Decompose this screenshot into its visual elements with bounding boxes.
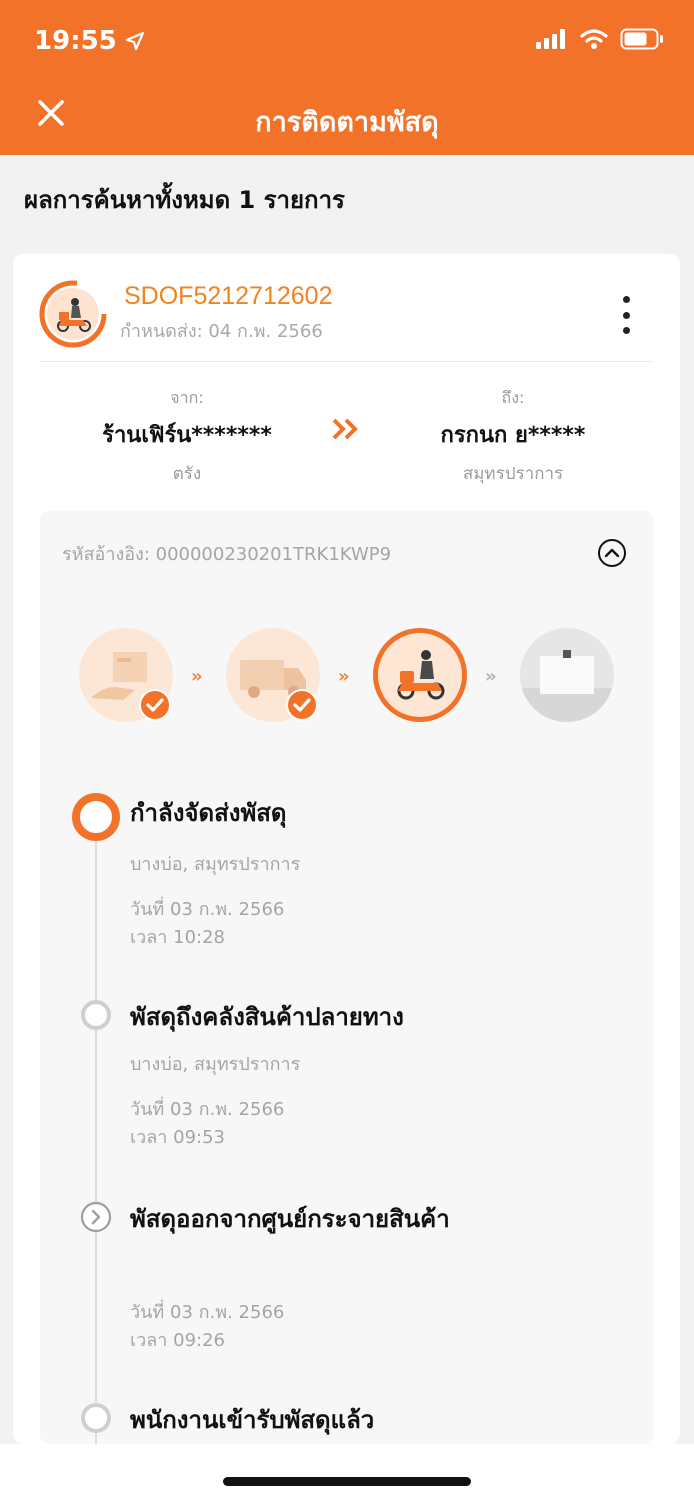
step-in-transit-check-icon (286, 689, 318, 721)
reference-code: รหัสอ้างอิง: 000000230201TRK1KWP9 (62, 544, 392, 565)
step-arrow-icon: » (191, 666, 203, 687)
step-picked-up-check-icon (139, 689, 171, 721)
event-time: เวลา 10:28 (130, 927, 225, 948)
signal-icon (536, 29, 565, 49)
more-options-icon[interactable] (618, 296, 634, 334)
location-arrow-icon (125, 31, 144, 51)
parcel-card: SDOF5212712602 กำหนดส่ง: 04 ก.พ. 2566 จา… (13, 254, 680, 1451)
event-title: กำลังจัดส่งพัสดุ (130, 799, 287, 827)
current-status-marker-icon (72, 793, 120, 841)
event-time: เวลา 09:26 (130, 1330, 225, 1351)
status-time: 19:55 (34, 26, 145, 56)
event-title: พัสดุถึงคลังสินค้าปลายทาง (130, 1003, 404, 1031)
event-time: เวลา 09:53 (130, 1127, 225, 1148)
receiver-city: สมุทรปราการ (462, 464, 564, 484)
event-location: บางบ่อ, สมุทรปราการ (130, 1054, 301, 1075)
top-bar: 19:55 การติดตามพัสดุ (0, 0, 694, 155)
page-title: การติดตามพัสดุ (255, 107, 439, 138)
status-time-text: 19:55 (34, 26, 117, 56)
receiver-name: กรกนก ย***** (440, 423, 586, 448)
bottom-safe-area (0, 1444, 694, 1500)
due-date: กำหนดส่ง: 04 ก.พ. 2566 (120, 321, 323, 342)
step-delivered-icon (520, 628, 614, 722)
tracking-number[interactable]: SDOF5212712602 (124, 282, 332, 311)
timeline-line (95, 821, 97, 1451)
step-out-for-delivery-icon (373, 628, 467, 722)
step-arrow-icon: » (485, 666, 497, 687)
status-marker-icon (81, 1000, 111, 1030)
double-chevron-right-icon (332, 418, 358, 440)
result-count: ผลการค้นหาทั้งหมด 1 รายการ (24, 186, 345, 214)
chevron-right-circle-icon[interactable] (80, 1201, 112, 1233)
sender-name: ร้านเฟิร์น******* (102, 423, 272, 448)
event-date: วันที่ 03 ก.พ. 2566 (130, 1099, 285, 1120)
sender-info: จาก: ร้านเฟิร์น******* ตรัง (57, 386, 317, 487)
home-indicator[interactable] (223, 1477, 471, 1486)
status-icons (536, 28, 664, 50)
event-date: วันที่ 03 ก.พ. 2566 (130, 1302, 285, 1323)
event-title: พัสดุออกจากศูนย์กระจายสินค้า (130, 1205, 450, 1233)
status-marker-icon (81, 1403, 111, 1433)
tracking-detail-panel: รหัสอ้างอิง: 000000230201TRK1KWP9 » » » … (40, 511, 653, 1451)
event-title: พนักงานเข้ารับพัสดุแล้ว (130, 1406, 375, 1434)
receiver-label: ถึง: (501, 388, 525, 407)
collapse-chevron-up-icon[interactable] (597, 538, 627, 568)
courier-avatar-icon (39, 280, 107, 348)
wifi-icon (580, 29, 608, 49)
receiver-info: ถึง: กรกนก ย***** สมุทรปราการ (383, 386, 643, 487)
step-arrow-icon: » (338, 666, 350, 687)
battery-icon (620, 28, 663, 50)
event-date: วันที่ 03 ก.พ. 2566 (130, 899, 285, 920)
divider (39, 361, 654, 362)
sender-city: ตรัง (172, 464, 202, 484)
sender-label: จาก: (170, 388, 204, 407)
event-location: บางบ่อ, สมุทรปราการ (130, 854, 301, 875)
